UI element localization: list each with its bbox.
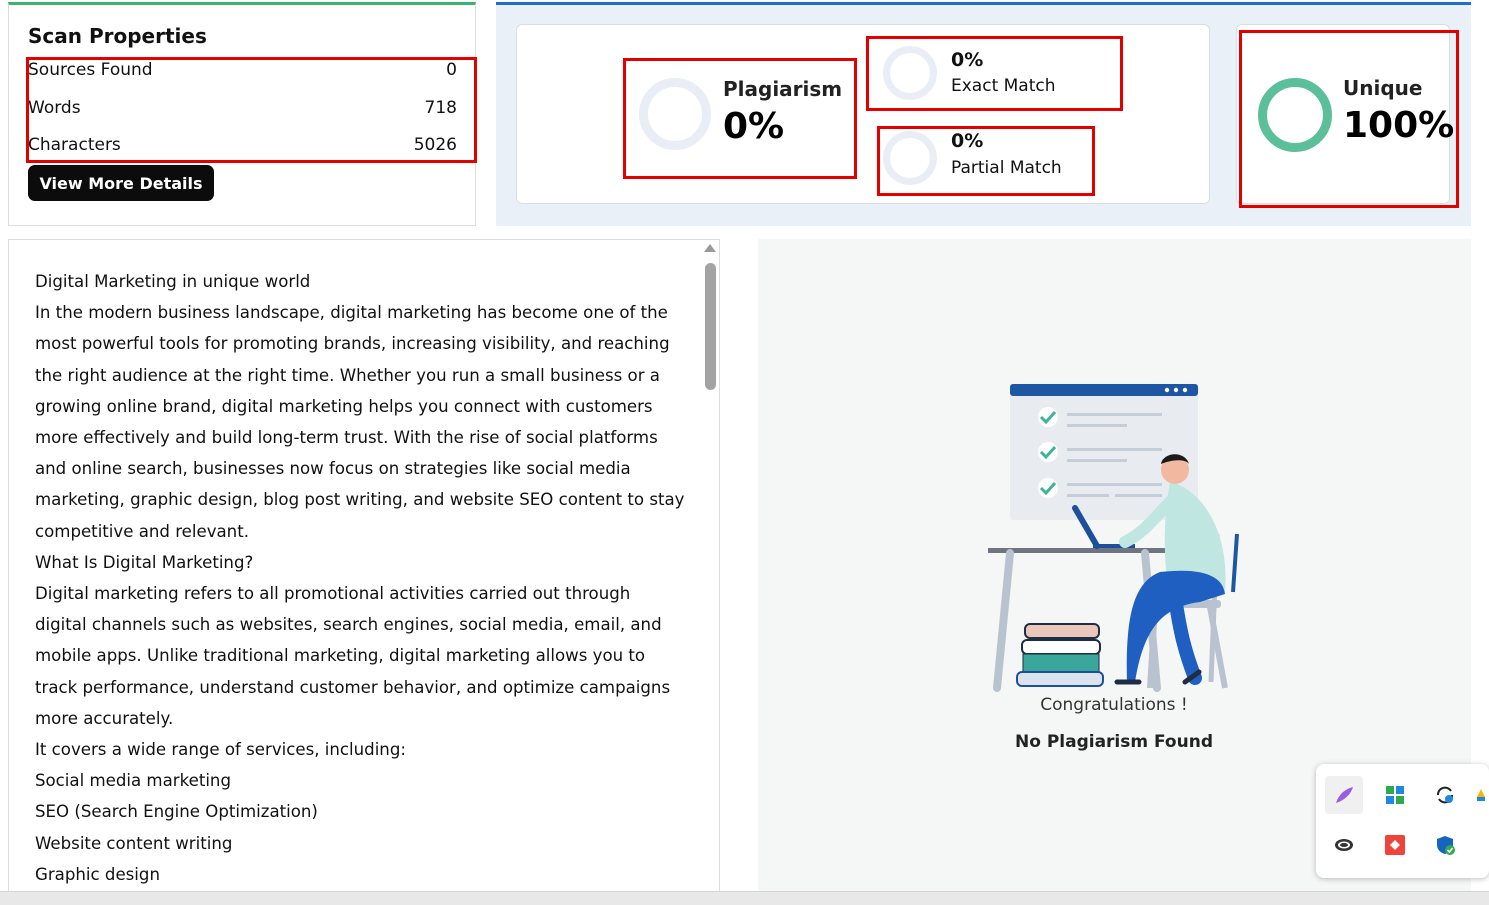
view-more-details-button[interactable]: View More Details bbox=[28, 165, 214, 201]
doc-paragraph: In the modern business landscape, digita… bbox=[35, 303, 685, 541]
doc-paragraph: Graphic design bbox=[35, 864, 160, 884]
doc-paragraph: Social media marketing bbox=[35, 771, 231, 791]
scan-properties-title: Scan Properties bbox=[28, 24, 207, 48]
anydesk-icon[interactable] bbox=[1376, 826, 1414, 864]
scan-properties-highlight bbox=[26, 57, 477, 163]
doc-paragraph: Website content writing bbox=[35, 833, 233, 853]
feather-icon[interactable] bbox=[1325, 776, 1363, 814]
doc-paragraph: SEO (Search Engine Optimization) bbox=[35, 802, 318, 822]
congratulations-text: Congratulations ! bbox=[1040, 695, 1188, 715]
no-plagiarism-message: No Plagiarism Found bbox=[1015, 732, 1213, 752]
unique-highlight bbox=[1239, 30, 1459, 208]
document-text-panel[interactable]: Digital Marketing in unique world In the… bbox=[8, 239, 720, 904]
doc-paragraph: Digital Marketing in unique world bbox=[35, 272, 311, 291]
sync-icon[interactable] bbox=[1426, 776, 1464, 814]
system-tray-overflow bbox=[1316, 764, 1489, 878]
plagiarism-highlight bbox=[623, 58, 857, 179]
grid-app-icon[interactable] bbox=[1376, 776, 1414, 814]
taskbar-strip bbox=[0, 891, 1489, 905]
doc-paragraph: What Is Digital Marketing? bbox=[35, 552, 254, 572]
document-text: Digital Marketing in unique world In the… bbox=[35, 266, 685, 890]
cloud-app-icon[interactable] bbox=[1471, 776, 1489, 814]
exact-match-highlight bbox=[866, 36, 1123, 111]
scroll-up-arrow-icon[interactable] bbox=[704, 244, 716, 252]
doc-paragraph: Digital marketing refers to all promotio… bbox=[35, 584, 671, 728]
scrollbar-thumb[interactable] bbox=[705, 263, 716, 390]
partial-match-highlight bbox=[877, 126, 1095, 196]
security-shield-icon[interactable] bbox=[1426, 826, 1464, 864]
doc-paragraph: It covers a wide range of services, incl… bbox=[35, 740, 406, 760]
cloud-app-icon[interactable] bbox=[1325, 826, 1363, 864]
person-at-desk-illustration bbox=[988, 384, 1239, 692]
